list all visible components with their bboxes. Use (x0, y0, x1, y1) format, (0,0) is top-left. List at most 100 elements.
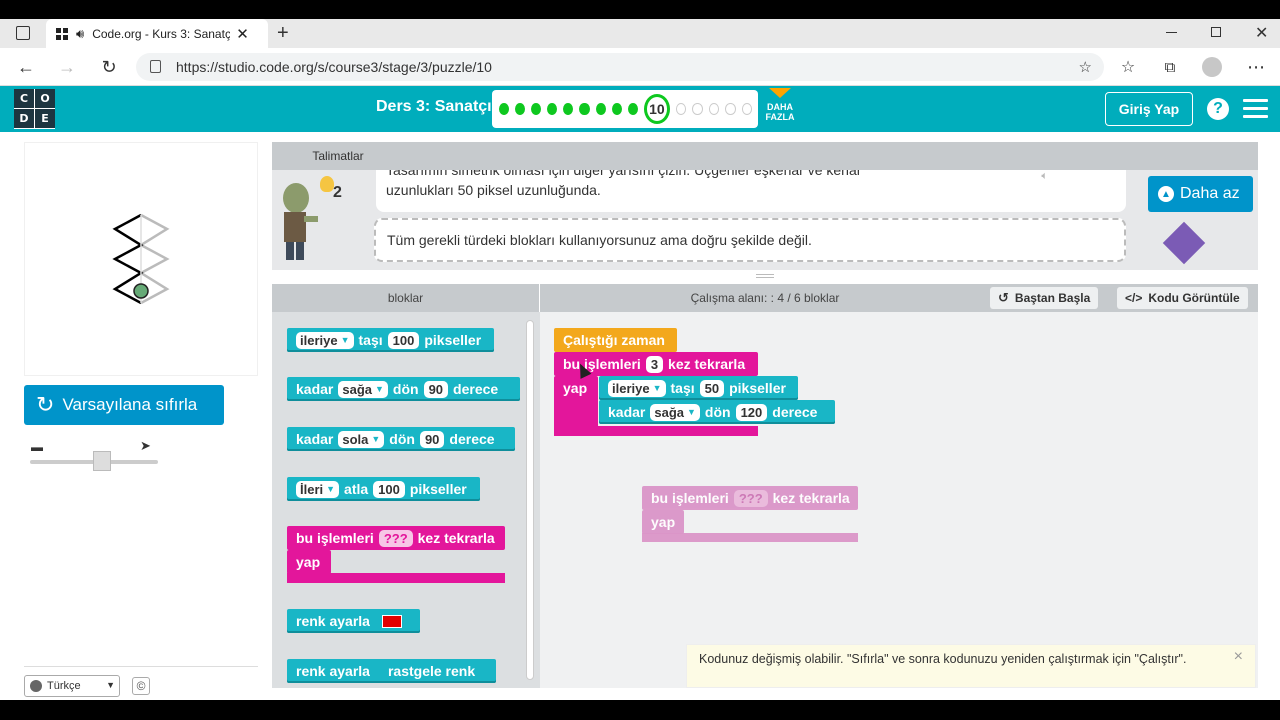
progress-dot-1[interactable] (499, 103, 510, 115)
block-set-random-color[interactable]: renk ayarla rastgele renk (287, 659, 496, 683)
show-less-button[interactable]: ▲ Daha az (1148, 176, 1253, 212)
reset-icon: ↻ (36, 392, 55, 417)
restore-icon[interactable] (1211, 27, 1221, 37)
number-field[interactable]: 90 (423, 380, 449, 398)
block-move-forward-50[interactable]: ileriye ▼ taşı 50 pikseller (599, 376, 798, 400)
block-repeat-loose[interactable]: bu işlemleri ??? kez tekrarla yap (642, 486, 858, 544)
block-text: kez tekrarla (668, 356, 746, 372)
code-changed-notice: Kodunuz değişmiş olabilir. "Sıfırla" ve … (686, 644, 1256, 688)
close-tab-icon[interactable]: ✕ (236, 25, 249, 43)
dropdown-direction[interactable]: sola ▼ (338, 430, 385, 448)
resize-handle-icon[interactable] (756, 274, 774, 278)
block-text: taşı (358, 332, 383, 348)
number-field[interactable]: 3 (645, 355, 664, 373)
block-text: pikseller (729, 380, 786, 396)
notice-text: Kodunuz değişmiş olabilir. "Sıfırla" ve … (699, 652, 1187, 666)
number-field[interactable]: ??? (733, 489, 768, 507)
number-field[interactable]: 90 (419, 430, 445, 448)
instructions-text: Tasarımın simetrik olması için diğer yar… (376, 170, 1126, 212)
progress-dot-14[interactable] (725, 103, 736, 115)
more-label: DAHA FAZLA (765, 102, 795, 122)
minimize-icon[interactable] (1166, 32, 1177, 33)
profile-avatar[interactable] (1202, 57, 1222, 77)
progress-dot-4[interactable] (547, 103, 558, 115)
dropdown-direction[interactable]: İleri ▼ (296, 480, 340, 498)
new-tab-icon[interactable]: + (277, 22, 289, 45)
progress-dot-2[interactable] (515, 103, 526, 115)
dropdown-direction[interactable]: ileriye ▼ (296, 331, 354, 349)
forward-icon[interactable]: → (55, 55, 79, 79)
dropdown-direction[interactable]: ileriye ▼ (608, 379, 666, 397)
tab-actions-icon[interactable] (16, 26, 30, 40)
copyright-button[interactable]: © (132, 677, 150, 695)
progress-dot-3[interactable] (531, 103, 542, 115)
hamburger-menu-icon[interactable] (1243, 99, 1268, 119)
close-icon[interactable]: × (1234, 649, 1243, 665)
progress-dot-9[interactable] (627, 103, 638, 115)
block-text: kez tekrarla (772, 490, 850, 506)
progress-dot-6[interactable] (579, 103, 590, 115)
favorite-add-icon[interactable]: ☆ (1079, 58, 1092, 76)
progress-dot-8[interactable] (611, 103, 622, 115)
more-options-icon[interactable]: ⋯ (1244, 55, 1268, 79)
progress-current[interactable]: 10 (643, 94, 671, 124)
block-text: renk ayarla (296, 613, 370, 629)
chevron-down-icon: ▼ (687, 407, 696, 417)
reset-label: Varsayılana sıfırla (62, 395, 198, 414)
codeorg-logo[interactable]: C O D E (14, 89, 55, 129)
lightbulb-icon[interactable] (320, 176, 334, 192)
progress-dot-12[interactable] (692, 103, 703, 115)
reset-button[interactable]: ↻ Varsayılana sıfırla (24, 385, 224, 425)
progress-dot-7[interactable] (595, 103, 606, 115)
block-text: derece (449, 431, 495, 447)
dropdown-direction[interactable]: sağa ▼ (650, 403, 700, 421)
block-move-forward[interactable]: ileriye ▼ taşı 100 pikseller (287, 328, 494, 352)
block-turn-120[interactable]: kadar sağa ▼ dön 120 derece (599, 400, 835, 424)
color-swatch[interactable] (381, 614, 402, 628)
toolbox-scrollbar[interactable] (526, 320, 534, 680)
number-field[interactable]: 50 (699, 379, 725, 397)
artist-avatar (133, 283, 149, 299)
lesson-title[interactable]: Ders 3: Sanatçı (376, 98, 492, 116)
dropdown-direction[interactable]: sağa ▼ (338, 380, 388, 398)
block-repeat[interactable]: bu işlemleri ??? kez tekrarla yap (287, 526, 505, 584)
progress-dot-11[interactable] (676, 103, 687, 115)
progress-dot-5[interactable] (563, 103, 574, 115)
block-turn-left[interactable]: kadar sola ▼ dön 90 derece (287, 427, 515, 451)
restart-label: Baştan Başla (1014, 291, 1091, 305)
speaker-icon[interactable]: 🔊︎ (76, 26, 84, 42)
number-field[interactable]: ??? (378, 529, 413, 547)
number-field[interactable]: 120 (735, 403, 768, 421)
show-code-button[interactable]: </> Kodu Görüntüle (1117, 287, 1248, 309)
browser-tab[interactable]: 🔊︎ Code.org - Kurs 3: Sanatçı # ✕ (46, 19, 268, 48)
favorites-icon[interactable]: ☆ (1116, 55, 1140, 79)
close-window-icon[interactable]: ✕ (1255, 23, 1268, 43)
language-select[interactable]: Türkçe ▼ (24, 675, 120, 697)
progress-dot-13[interactable] (708, 103, 720, 115)
number-field[interactable]: 100 (387, 331, 420, 349)
collections-icon[interactable]: ⧉ (1158, 55, 1182, 79)
audio-icon[interactable]: 🔈︎ (1041, 170, 1048, 186)
undo-icon: ↺ (998, 290, 1009, 305)
block-when-run[interactable]: Çalıştığı zaman (554, 328, 677, 352)
repeat-footer (554, 426, 758, 436)
block-text: bu işlemleri (563, 356, 641, 372)
help-icon[interactable]: ? (1207, 98, 1229, 120)
block-turn-right[interactable]: kadar sağa ▼ dön 90 derece (287, 377, 520, 401)
lock-icon (150, 60, 161, 73)
block-set-color[interactable]: renk ayarla (287, 609, 420, 633)
refresh-icon[interactable]: ↻ (97, 55, 121, 79)
number-field[interactable]: 100 (373, 480, 405, 498)
restart-button[interactable]: ↺ Baştan Başla (990, 287, 1099, 309)
block-jump-forward[interactable]: İleri ▼ atla 100 pikseller (287, 477, 480, 501)
artist-canvas (24, 142, 258, 376)
speed-slider-thumb[interactable] (93, 451, 111, 471)
block-text: yap (651, 514, 676, 530)
tab-instructions[interactable]: Talimatlar (298, 142, 378, 170)
back-icon[interactable]: ← (14, 55, 38, 79)
progress-dot-15[interactable] (741, 103, 753, 115)
signin-button[interactable]: Giriş Yap (1105, 92, 1193, 126)
progress-bar: 10 (492, 90, 758, 128)
more-button[interactable]: DAHA FAZLA (762, 88, 798, 122)
url-field[interactable]: https://studio.code.org/s/course3/stage/… (136, 53, 1104, 81)
